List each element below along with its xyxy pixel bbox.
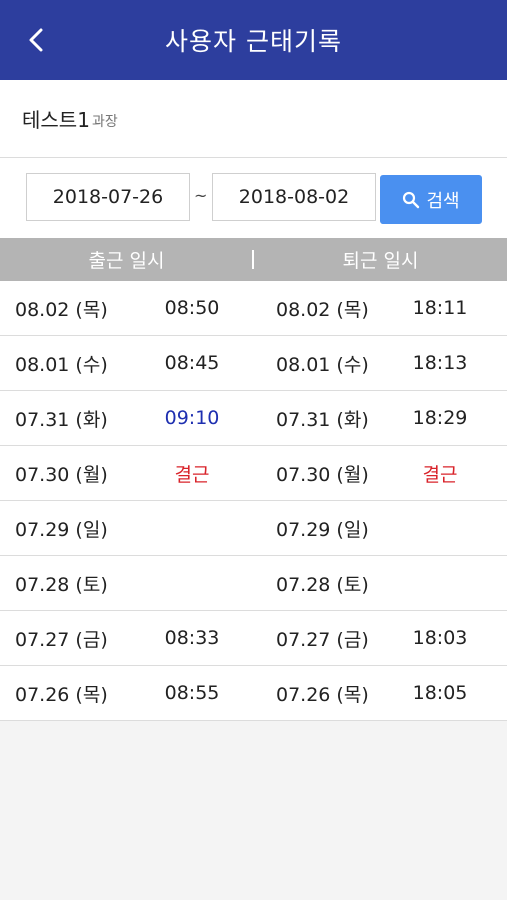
checkout-date: 08.02 (목) [276, 298, 369, 321]
checkin-time: 08:45 [164, 352, 220, 374]
checkout-time: 18:03 [412, 627, 468, 649]
checkin-date: 07.28 (토) [15, 573, 108, 596]
table-row: 07.29 (일) 07.29 (일) [0, 501, 507, 556]
checkin-date: 07.29 (일) [15, 518, 108, 541]
checkout-date: 07.29 (일) [276, 518, 369, 541]
checkin-time [140, 501, 244, 555]
date-from-field[interactable]: 2018-07-26 [26, 173, 190, 221]
checkin-absent: 결근 [174, 463, 210, 486]
search-button-label: 검색 [426, 190, 460, 212]
table-row: 07.26 (목) 08:55 07.26 (목) 18:05 [0, 666, 507, 721]
attendance-list: 08.02 (목) 08:50 08.02 (목) 18:11 08.01 (수… [0, 281, 507, 721]
checkout-time [388, 501, 492, 555]
column-header-checkin: 출근 일시 [88, 250, 165, 272]
checkin-time: 08:50 [164, 297, 220, 319]
checkout-time: 18:05 [412, 682, 468, 704]
checkout-absent: 결근 [422, 463, 458, 486]
search-button[interactable]: 검색 [380, 175, 482, 224]
search-area: 2018-07-26 ~ 2018-08-02 검색 [0, 158, 507, 238]
checkout-time: 18:29 [412, 407, 468, 429]
search-icon [403, 191, 420, 208]
checkin-date: 08.02 (목) [15, 298, 108, 321]
checkout-time: 18:13 [412, 352, 468, 374]
app-header: 사용자 근태기록 [0, 0, 507, 80]
checkout-date: 07.30 (월) [276, 463, 369, 486]
checkin-date: 07.31 (화) [15, 408, 108, 431]
table-row: 07.27 (금) 08:33 07.27 (금) 18:03 [0, 611, 507, 666]
back-button[interactable] [18, 22, 54, 58]
table-header: 출근 일시 퇴근 일시 [0, 238, 507, 281]
table-row: 07.31 (화) 09:10 07.31 (화) 18:29 [0, 391, 507, 446]
checkin-date: 07.26 (목) [15, 683, 108, 706]
checkin-date: 07.27 (금) [15, 628, 108, 651]
checkin-time: 08:33 [164, 627, 220, 649]
checkin-time: 08:55 [164, 682, 220, 704]
column-header-checkout: 퇴근 일시 [342, 250, 419, 272]
checkout-date: 08.01 (수) [276, 353, 369, 376]
checkin-time [140, 556, 244, 610]
date-range-separator: ~ [194, 186, 208, 205]
checkout-date: 07.31 (화) [276, 408, 369, 431]
table-row: 08.01 (수) 08:45 08.01 (수) 18:13 [0, 336, 507, 391]
checkout-date: 07.27 (금) [276, 628, 369, 651]
user-rank: 과장 [91, 113, 118, 130]
user-name: 테스트1 [22, 108, 90, 132]
checkin-date: 07.30 (월) [15, 463, 108, 486]
checkout-time: 18:11 [412, 297, 468, 319]
page-title: 사용자 근태기록 [165, 27, 342, 56]
table-row: 07.30 (월) 결근 07.30 (월) 결근 [0, 446, 507, 501]
chevron-left-icon [29, 28, 43, 52]
checkout-date: 07.28 (토) [276, 573, 369, 596]
checkout-date: 07.26 (목) [276, 683, 369, 706]
table-row: 08.02 (목) 08:50 08.02 (목) 18:11 [0, 281, 507, 336]
date-to-field[interactable]: 2018-08-02 [212, 173, 376, 221]
table-row: 07.28 (토) 07.28 (토) [0, 556, 507, 611]
checkin-date: 08.01 (수) [15, 353, 108, 376]
checkout-time [388, 556, 492, 610]
user-info: 테스트1 과장 [0, 80, 507, 158]
checkin-time-late: 09:10 [164, 407, 220, 429]
